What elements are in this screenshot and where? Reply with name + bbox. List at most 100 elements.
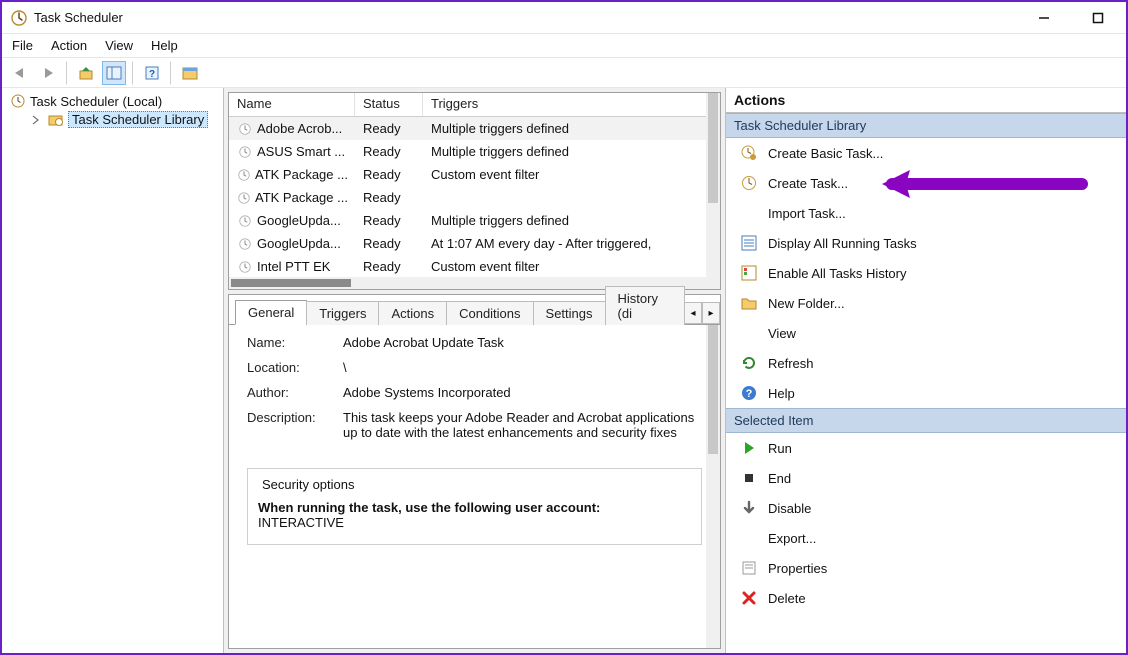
- up-button[interactable]: [74, 61, 98, 85]
- task-rows[interactable]: Adobe Acrob...ReadyMultiple triggers def…: [229, 117, 720, 277]
- actions-group-library-list: Create Basic Task... Create Task... Import…: [726, 138, 1126, 408]
- minimize-button[interactable]: [1030, 4, 1058, 32]
- back-button[interactable]: [8, 61, 32, 85]
- action-disable[interactable]: Disable: [726, 493, 1126, 523]
- task-row[interactable]: Intel PTT EKReadyCustom event filter: [229, 255, 720, 277]
- tab-general[interactable]: General: [235, 300, 307, 325]
- action-label: Create Basic Task...: [768, 146, 883, 161]
- action-enable-hist[interactable]: Enable All Tasks History: [726, 258, 1126, 288]
- action-create-basic[interactable]: Create Basic Task...: [726, 138, 1126, 168]
- refresh-icon: [740, 354, 758, 372]
- menu-action[interactable]: Action: [51, 38, 87, 53]
- task-name-cell: GoogleUpda...: [229, 213, 355, 229]
- task-list-header: Name Status Triggers: [229, 93, 720, 117]
- action-display-all[interactable]: Display All Running Tasks: [726, 228, 1126, 258]
- security-text-2: INTERACTIVE: [258, 515, 691, 530]
- author-value: Adobe Systems Incorporated: [343, 385, 702, 400]
- toolbar-separator: [66, 61, 68, 85]
- task-row[interactable]: Adobe Acrob...ReadyMultiple triggers def…: [229, 117, 720, 140]
- task-status-cell: Ready: [355, 236, 423, 251]
- help-toolbar-button[interactable]: ?: [140, 61, 164, 85]
- list-col-name[interactable]: Name: [229, 93, 355, 116]
- action-new-folder[interactable]: New Folder...: [726, 288, 1126, 318]
- general-tab-body: Name: Adobe Acrobat Update Task Location…: [229, 325, 720, 648]
- action-label: Export...: [768, 531, 816, 546]
- toolbar-separator: [132, 61, 134, 85]
- action-properties[interactable]: Properties: [726, 553, 1126, 583]
- description-value: This task keeps your Adobe Reader and Ac…: [343, 410, 702, 458]
- show-hide-panes-button[interactable]: [102, 61, 126, 85]
- task-name-cell: ATK Package ...: [229, 167, 355, 183]
- menu-help[interactable]: Help: [151, 38, 178, 53]
- body-area: Task Scheduler (Local) Task Scheduler Li…: [2, 88, 1126, 653]
- menu-view[interactable]: View: [105, 38, 133, 53]
- nav-tree[interactable]: Task Scheduler (Local) Task Scheduler Li…: [2, 88, 224, 653]
- action-label: Display All Running Tasks: [768, 236, 917, 251]
- tab-triggers[interactable]: Triggers: [306, 301, 379, 325]
- tab-history[interactable]: History (di: [605, 286, 685, 325]
- action-label: Run: [768, 441, 792, 456]
- window-title: Task Scheduler: [34, 10, 123, 25]
- task-row[interactable]: GoogleUpda...ReadyMultiple triggers defi…: [229, 209, 720, 232]
- tab-settings[interactable]: Settings: [533, 301, 606, 325]
- list-vertical-scrollbar[interactable]: [706, 93, 720, 277]
- tab-actions[interactable]: Actions: [378, 301, 447, 325]
- action-run[interactable]: Run: [726, 433, 1126, 463]
- action-label: Properties: [768, 561, 827, 576]
- clock-icon: [237, 144, 253, 160]
- action-delete[interactable]: Delete: [726, 583, 1126, 613]
- menubar: File Action View Help: [2, 34, 1126, 58]
- action-end[interactable]: End: [726, 463, 1126, 493]
- action-view[interactable]: View: [726, 318, 1126, 348]
- tree-root[interactable]: Task Scheduler (Local): [8, 92, 217, 110]
- blank-icon: [740, 529, 758, 547]
- name-value: Adobe Acrobat Update Task: [343, 335, 702, 350]
- properties-toolbar-button[interactable]: [178, 61, 202, 85]
- delete-icon: [740, 589, 758, 607]
- task-status-cell: Ready: [355, 121, 423, 136]
- task-status-cell: Ready: [355, 167, 423, 182]
- tree-library-label: Task Scheduler Library: [68, 111, 208, 128]
- detail-vertical-scrollbar[interactable]: [706, 325, 720, 648]
- props-icon: [740, 559, 758, 577]
- maximize-button[interactable]: [1084, 4, 1112, 32]
- task-row[interactable]: ATK Package ...Ready: [229, 186, 720, 209]
- task-triggers-cell: Multiple triggers defined: [423, 213, 720, 228]
- action-create-task[interactable]: Create Task...: [726, 168, 1126, 198]
- task-detail-panel: General Triggers Actions Conditions Sett…: [228, 294, 721, 649]
- list-col-status[interactable]: Status: [355, 93, 423, 116]
- window-controls: [1030, 4, 1118, 32]
- location-label: Location:: [247, 360, 343, 375]
- task-status-cell: Ready: [355, 190, 423, 205]
- action-label: View: [768, 326, 796, 341]
- menu-file[interactable]: File: [12, 38, 33, 53]
- clock-icon: [237, 121, 253, 137]
- list-col-triggers[interactable]: Triggers: [423, 93, 720, 116]
- toolbar-separator: [170, 61, 172, 85]
- task-row[interactable]: ASUS Smart ...ReadyMultiple triggers def…: [229, 140, 720, 163]
- stop-icon: [740, 469, 758, 487]
- tree-library[interactable]: Task Scheduler Library: [26, 110, 217, 129]
- action-refresh[interactable]: Refresh: [726, 348, 1126, 378]
- app-clock-icon: [10, 9, 28, 27]
- task-name-cell: ATK Package ...: [229, 190, 355, 206]
- action-label: Enable All Tasks History: [768, 266, 907, 281]
- tab-scroll-left[interactable]: ◂: [684, 302, 702, 324]
- help-icon: ?: [740, 384, 758, 402]
- task-status-cell: Ready: [355, 213, 423, 228]
- action-import-task[interactable]: Import Task...: [726, 198, 1126, 228]
- task-name-cell: GoogleUpda...: [229, 236, 355, 252]
- name-label: Name:: [247, 335, 343, 350]
- toolbar: ?: [2, 58, 1126, 88]
- action-help[interactable]: ?Help: [726, 378, 1126, 408]
- tab-scroll-right[interactable]: ▸: [702, 302, 720, 324]
- forward-button[interactable]: [36, 61, 60, 85]
- blank-icon: [740, 204, 758, 222]
- detail-tabs: General Triggers Actions Conditions Sett…: [229, 295, 720, 325]
- action-label: Import Task...: [768, 206, 846, 221]
- task-row[interactable]: ATK Package ...ReadyCustom event filter: [229, 163, 720, 186]
- action-export[interactable]: Export...: [726, 523, 1126, 553]
- chevron-right-icon[interactable]: [28, 112, 44, 128]
- task-row[interactable]: GoogleUpda...ReadyAt 1:07 AM every day -…: [229, 232, 720, 255]
- tab-conditions[interactable]: Conditions: [446, 301, 533, 325]
